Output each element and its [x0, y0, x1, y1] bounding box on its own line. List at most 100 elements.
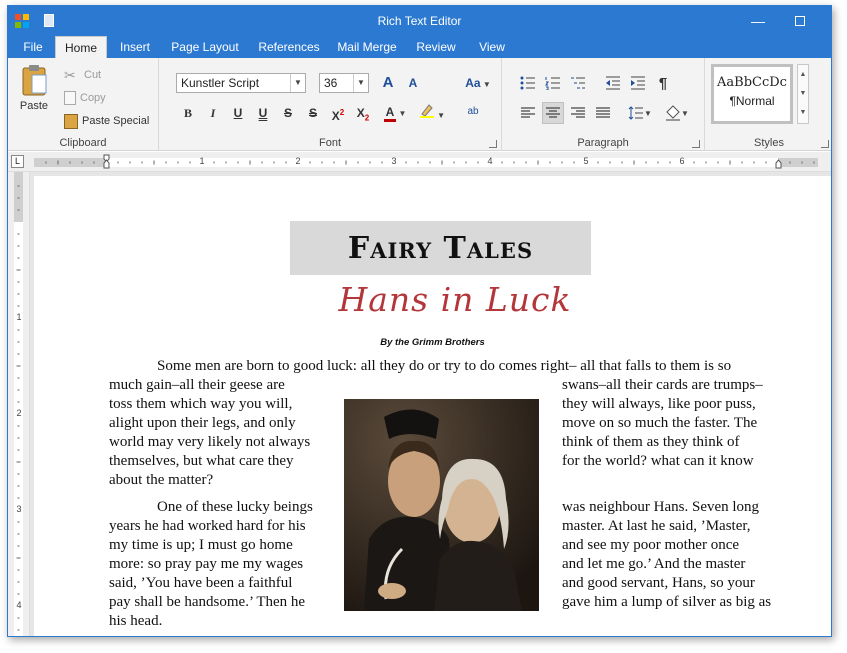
increase-indent-button[interactable] — [627, 72, 649, 94]
text-line[interactable]: my time is up; I must go home — [109, 536, 293, 555]
text-line[interactable]: One of these lucky beings — [157, 498, 313, 517]
show-marks-button[interactable]: ¶ — [652, 72, 674, 94]
double-underline-button[interactable]: U — [253, 103, 273, 123]
text-line[interactable]: move on so much the faster. The — [562, 414, 757, 433]
horizontal-ruler[interactable]: L 123456 — [8, 152, 831, 172]
text-line[interactable]: master. At last he said, ’Master, — [562, 517, 751, 536]
ruler-scale — [34, 154, 818, 169]
underline-button[interactable]: U — [228, 103, 248, 123]
justify-button[interactable] — [592, 102, 614, 124]
numbering-button[interactable] — [542, 72, 564, 94]
text-line[interactable]: Some men are born to good luck: all they… — [157, 357, 731, 376]
text-line[interactable]: world may very likely not always — [109, 433, 310, 452]
text-line[interactable]: his head. — [109, 612, 162, 631]
subscript-button[interactable]: X2 — [353, 103, 373, 123]
subscript-icon: X — [356, 106, 365, 120]
font-color-button[interactable]: A ▼ — [381, 102, 409, 122]
ribbon-tabs: File Home Insert Page Layout References … — [8, 36, 831, 58]
align-center-icon — [546, 107, 560, 118]
clear-formatting-button[interactable]: ab — [463, 102, 483, 122]
double-strikethrough-icon: S — [308, 106, 317, 120]
styles-group: AaBbCcDc ¶Normal ▲ ▼ ▼ Styles — [705, 58, 831, 151]
text-line[interactable]: toss them which way you will, — [109, 395, 292, 414]
italic-button[interactable]: I — [203, 103, 223, 123]
paste-special-button[interactable]: Paste Special — [64, 111, 149, 131]
style-normal-tile[interactable]: AaBbCcDc ¶Normal — [711, 64, 793, 124]
document-title[interactable]: Fairy Tales — [348, 231, 533, 266]
text-line[interactable]: think of them as they think of — [562, 433, 739, 452]
text-line[interactable]: alight upon their legs, and only — [109, 414, 296, 433]
styles-dialog-launcher[interactable] — [821, 140, 829, 148]
bold-button[interactable]: B — [178, 103, 198, 123]
align-center-button[interactable] — [542, 102, 564, 124]
document-subtitle[interactable]: Hans in Luck — [290, 280, 620, 319]
vertical-ruler-number: 4 — [16, 600, 22, 610]
tab-insert[interactable]: Insert — [111, 36, 159, 58]
window-title: Rich Text Editor — [377, 14, 462, 28]
chevron-down-icon: ▼ — [353, 74, 368, 92]
scissors-icon: ✂ — [64, 67, 76, 83]
vertical-ruler-number: 1 — [16, 312, 22, 322]
shrink-font-button[interactable]: A — [403, 73, 423, 93]
highlight-button[interactable]: ▼ — [417, 102, 447, 122]
clipboard-label: Clipboard — [59, 137, 107, 149]
text-line[interactable]: they will always, like poor puss, — [562, 395, 756, 414]
grow-font-button[interactable]: A — [378, 73, 398, 93]
font-size-value: 36 — [324, 76, 338, 90]
text-line[interactable]: years he had worked hard for his — [109, 517, 306, 536]
text-line[interactable]: gave him a lump of silver as big as — [562, 593, 771, 612]
vertical-ruler[interactable]: 1 2 3 4 — [8, 172, 30, 636]
text-line[interactable]: more: so pray pay me my wages — [109, 555, 303, 574]
text-line[interactable]: and good servant, Hans, so your — [562, 574, 755, 593]
tab-file[interactable]: File — [14, 36, 52, 58]
editor-window: Rich Text Editor — File Home Insert Page… — [7, 5, 832, 637]
font-dialog-launcher[interactable] — [489, 140, 497, 148]
vertical-ruler-scale — [14, 172, 23, 636]
tab-mail-merge[interactable]: Mail Merge — [334, 36, 400, 58]
font-name-combo[interactable]: Kunstler Script ▼ — [176, 73, 306, 93]
text-line[interactable]: about the matter? — [109, 471, 213, 490]
text-line[interactable]: themselves, but what care they — [109, 452, 294, 471]
strikethrough-button[interactable]: S — [278, 103, 298, 123]
minimize-button[interactable]: — — [749, 12, 767, 30]
document-byline[interactable]: By the Grimm Brothers — [34, 337, 831, 348]
align-left-button[interactable] — [517, 102, 539, 124]
cut-button[interactable]: ✂ Cut — [64, 65, 101, 85]
styles-label: Styles — [754, 137, 784, 149]
paint-bucket-icon — [666, 105, 681, 121]
tab-home[interactable]: Home — [55, 36, 107, 58]
text-line[interactable]: said, ’You have been a faithful — [109, 574, 292, 593]
grimm-brothers-portrait-image[interactable] — [344, 399, 539, 611]
text-line[interactable]: was neighbour Hans. Seven long — [562, 498, 759, 517]
document-page[interactable]: Fairy Tales Hans in Luck By the Grimm Br… — [34, 176, 831, 636]
paste-button[interactable]: Paste — [16, 62, 52, 120]
text-line[interactable]: pay shall be handsome.’ Then he — [109, 593, 305, 612]
align-right-icon — [571, 107, 585, 118]
tab-page-layout[interactable]: Page Layout — [167, 36, 243, 58]
text-line[interactable]: and see my poor mother once — [562, 536, 739, 555]
superscript-button[interactable]: X2 — [328, 103, 348, 123]
document-canvas[interactable]: Fairy Tales Hans in Luck By the Grimm Br… — [30, 172, 831, 636]
text-line[interactable]: for the world? what can it know — [562, 452, 754, 471]
tab-view[interactable]: View — [472, 36, 512, 58]
styles-scroll[interactable]: ▲ ▼ ▼ — [797, 64, 809, 124]
title-box[interactable]: Fairy Tales — [290, 221, 591, 275]
font-size-combo[interactable]: 36 ▼ — [319, 73, 369, 93]
double-strikethrough-button[interactable]: S — [303, 103, 323, 123]
bullets-button[interactable] — [517, 72, 539, 94]
text-line[interactable]: and let me go.’ And the master — [562, 555, 745, 574]
text-line[interactable]: swans–all their cards are trumps– — [562, 376, 763, 395]
tab-review[interactable]: Review — [411, 36, 461, 58]
decrease-indent-button[interactable] — [602, 72, 624, 94]
copy-button[interactable]: Copy — [64, 88, 106, 108]
maximize-button[interactable] — [791, 12, 809, 30]
line-spacing-button[interactable]: ▼ — [625, 102, 655, 124]
text-line[interactable]: much gain–all their geese are — [109, 376, 285, 395]
multilevel-list-button[interactable] — [567, 72, 589, 94]
align-right-button[interactable] — [567, 102, 589, 124]
vertical-ruler-number: 3 — [16, 504, 22, 514]
shading-button[interactable]: ▼ — [662, 102, 692, 124]
paragraph-dialog-launcher[interactable] — [692, 140, 700, 148]
change-case-button[interactable]: Aa ▼ — [463, 73, 493, 93]
tab-references[interactable]: References — [252, 36, 326, 58]
